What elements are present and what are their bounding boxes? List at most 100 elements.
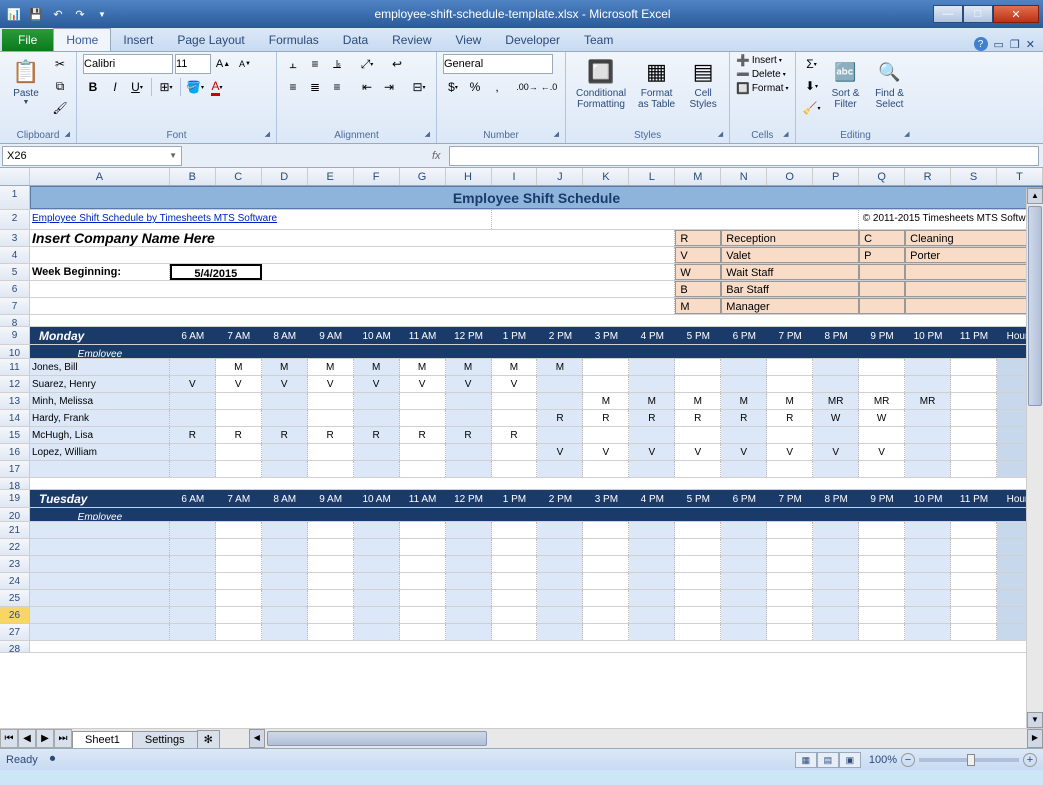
shift-cell[interactable] xyxy=(492,393,538,409)
shift-cell[interactable] xyxy=(629,522,675,538)
shift-cell[interactable] xyxy=(446,410,492,426)
empty[interactable] xyxy=(721,508,767,521)
shift-cell[interactable] xyxy=(721,359,767,375)
empty[interactable] xyxy=(905,345,951,358)
legend-desc[interactable]: Porter xyxy=(905,247,1043,263)
shift-cell[interactable] xyxy=(721,539,767,555)
tab-view[interactable]: View xyxy=(444,29,494,51)
time-header[interactable]: 9 AM xyxy=(308,490,354,507)
shift-cell[interactable] xyxy=(629,556,675,572)
shift-cell[interactable] xyxy=(354,556,400,572)
time-header[interactable]: 2 PM xyxy=(537,490,583,507)
page-break-view-icon[interactable]: ▣ xyxy=(839,752,861,768)
scroll-down-icon[interactable]: ▼ xyxy=(1027,712,1043,728)
legend-code[interactable] xyxy=(859,264,905,280)
shift-cell[interactable]: R xyxy=(262,427,308,443)
row-header[interactable]: 9 xyxy=(0,327,30,344)
cell[interactable] xyxy=(30,315,1043,326)
shift-cell[interactable] xyxy=(859,427,905,443)
undo-icon[interactable]: ↶ xyxy=(48,4,68,24)
shift-cell[interactable] xyxy=(400,410,446,426)
shift-cell[interactable] xyxy=(721,590,767,606)
empty[interactable] xyxy=(767,508,813,521)
empty[interactable] xyxy=(308,345,354,358)
shift-cell[interactable] xyxy=(308,410,354,426)
shift-cell[interactable] xyxy=(492,461,538,477)
shift-cell[interactable] xyxy=(629,359,675,375)
shift-cell[interactable] xyxy=(583,624,629,640)
format-painter-icon[interactable]: 🖌 xyxy=(50,98,70,118)
border-button[interactable]: ⊞▾ xyxy=(156,77,176,97)
shift-cell[interactable]: V xyxy=(446,376,492,392)
help-icon[interactable]: ? xyxy=(974,37,988,51)
column-header[interactable]: B xyxy=(170,168,216,185)
column-header[interactable]: D xyxy=(262,168,308,185)
shift-cell[interactable] xyxy=(583,376,629,392)
time-header[interactable]: 1 PM xyxy=(492,327,538,344)
shift-cell[interactable] xyxy=(446,624,492,640)
row-header[interactable]: 23 xyxy=(0,556,30,572)
time-header[interactable]: 10 AM xyxy=(354,327,400,344)
row-header[interactable]: 25 xyxy=(0,590,30,606)
shift-cell[interactable]: M xyxy=(446,359,492,375)
shift-cell[interactable] xyxy=(859,573,905,589)
shift-cell[interactable] xyxy=(537,607,583,623)
shift-cell[interactable] xyxy=(400,444,446,460)
percent-icon[interactable]: % xyxy=(465,77,485,97)
legend-code[interactable]: B xyxy=(675,281,721,297)
employee-name[interactable]: Suarez, Henry xyxy=(30,376,170,392)
shift-cell[interactable] xyxy=(400,556,446,572)
shift-cell[interactable] xyxy=(721,607,767,623)
shift-cell[interactable] xyxy=(629,607,675,623)
employee-name[interactable] xyxy=(30,590,170,606)
shift-cell[interactable]: R xyxy=(583,410,629,426)
vscroll-thumb[interactable] xyxy=(1028,206,1042,406)
shift-cell[interactable]: R xyxy=(675,410,721,426)
shift-cell[interactable]: R xyxy=(492,427,538,443)
shift-cell[interactable] xyxy=(216,556,262,572)
shift-cell[interactable] xyxy=(813,573,859,589)
shift-cell[interactable] xyxy=(767,556,813,572)
legend-code[interactable]: R xyxy=(675,230,721,246)
employee-name[interactable] xyxy=(30,624,170,640)
shift-cell[interactable] xyxy=(951,556,997,572)
time-header[interactable]: 11 AM xyxy=(400,490,446,507)
row-header[interactable]: 19 xyxy=(0,490,30,507)
shift-cell[interactable] xyxy=(629,573,675,589)
save-icon[interactable]: 💾 xyxy=(26,4,46,24)
legend-code[interactable]: V xyxy=(675,247,721,263)
shift-cell[interactable] xyxy=(354,410,400,426)
cell[interactable] xyxy=(492,210,860,229)
shift-cell[interactable] xyxy=(905,556,951,572)
shift-cell[interactable] xyxy=(629,461,675,477)
legend-desc[interactable]: Reception xyxy=(721,230,859,246)
maximize-button[interactable]: □ xyxy=(963,5,993,23)
shift-cell[interactable]: M xyxy=(583,393,629,409)
shift-cell[interactable]: M xyxy=(629,393,675,409)
time-header[interactable]: 10 PM xyxy=(905,327,951,344)
shift-cell[interactable]: V xyxy=(492,376,538,392)
restore-window-icon[interactable]: ❐ xyxy=(1010,38,1020,51)
employee-name[interactable] xyxy=(30,461,170,477)
shift-cell[interactable] xyxy=(492,556,538,572)
shift-cell[interactable] xyxy=(400,590,446,606)
shift-cell[interactable] xyxy=(859,539,905,555)
employee-name[interactable]: McHugh, Lisa xyxy=(30,427,170,443)
empty[interactable] xyxy=(262,345,308,358)
shift-cell[interactable] xyxy=(216,393,262,409)
select-all-corner[interactable] xyxy=(0,168,30,185)
shift-cell[interactable] xyxy=(813,539,859,555)
shift-cell[interactable] xyxy=(675,359,721,375)
shift-cell[interactable]: M xyxy=(262,359,308,375)
column-header[interactable]: A xyxy=(30,168,170,185)
shift-cell[interactable]: MR xyxy=(905,393,951,409)
align-top-icon[interactable]: ⫠ xyxy=(283,54,303,74)
shift-cell[interactable] xyxy=(905,359,951,375)
empty[interactable] xyxy=(813,345,859,358)
orientation-icon[interactable]: ⤢▾ xyxy=(357,54,377,74)
shift-cell[interactable] xyxy=(308,607,354,623)
shift-cell[interactable] xyxy=(951,427,997,443)
time-header[interactable]: 12 PM xyxy=(446,327,492,344)
shift-cell[interactable] xyxy=(308,539,354,555)
time-header[interactable]: 6 PM xyxy=(721,327,767,344)
